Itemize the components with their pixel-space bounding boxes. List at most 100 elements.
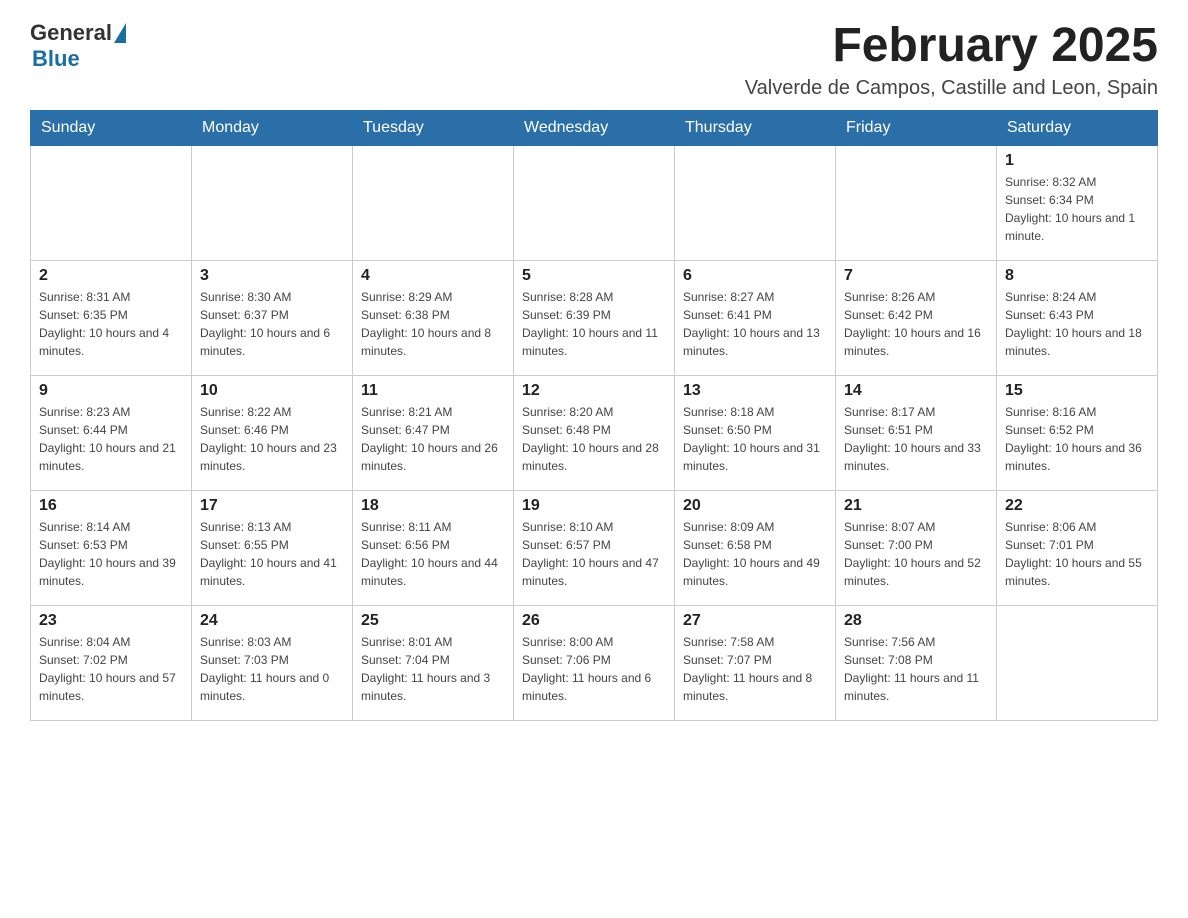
day-info: Sunrise: 8:20 AM Sunset: 6:48 PM Dayligh… <box>522 403 666 475</box>
day-info: Sunrise: 8:24 AM Sunset: 6:43 PM Dayligh… <box>1005 288 1149 360</box>
table-row: 17 Sunrise: 8:13 AM Sunset: 6:55 PM Dayli… <box>192 490 353 605</box>
table-row <box>997 605 1158 720</box>
month-title: February 2025 <box>745 20 1158 73</box>
day-info: Sunrise: 8:31 AM Sunset: 6:35 PM Dayligh… <box>39 288 183 360</box>
table-row <box>675 145 836 260</box>
day-info: Sunrise: 8:29 AM Sunset: 6:38 PM Dayligh… <box>361 288 505 360</box>
day-number: 12 <box>522 382 666 400</box>
day-number: 11 <box>361 382 505 400</box>
header-thursday: Thursday <box>675 110 836 145</box>
day-number: 1 <box>1005 152 1149 170</box>
day-number: 4 <box>361 267 505 285</box>
day-info: Sunrise: 8:10 AM Sunset: 6:57 PM Dayligh… <box>522 518 666 590</box>
day-number: 22 <box>1005 497 1149 515</box>
table-row: 16Sunrise: 8:14 AM Sunset: 6:53 PM Dayli… <box>31 490 192 605</box>
day-number: 25 <box>361 612 505 630</box>
table-row: 27 Sunrise: 7:58 AM Sunset: 7:07 PM Dayli… <box>675 605 836 720</box>
table-row: 22Sunrise: 8:06 AM Sunset: 7:01 PM Dayli… <box>997 490 1158 605</box>
day-number: 13 <box>683 382 827 400</box>
day-info: Sunrise: 8:09 AM Sunset: 6:58 PM Dayligh… <box>683 518 827 590</box>
day-number: 3 <box>200 267 344 285</box>
calendar-table: Sunday Monday Tuesday Wednesday Thursday… <box>30 110 1158 721</box>
table-row: 3Sunrise: 8:30 AM Sunset: 6:37 PM Daylig… <box>192 260 353 375</box>
day-info: Sunrise: 8:11 AM Sunset: 6:56 PM Dayligh… <box>361 518 505 590</box>
day-number: 27 <box>683 612 827 630</box>
header: General Blue February 2025 Valverde de C… <box>30 20 1158 100</box>
week-row-1: 1 Sunrise: 8:32 AM Sunset: 6:34 PM Daylig… <box>31 145 1158 260</box>
table-row <box>514 145 675 260</box>
table-row: 24 Sunrise: 8:03 AM Sunset: 7:03 PM Dayli… <box>192 605 353 720</box>
day-info: Sunrise: 7:58 AM Sunset: 7:07 PM Dayligh… <box>683 633 827 705</box>
logo-general-text: General <box>30 20 112 46</box>
table-row: 15Sunrise: 8:16 AM Sunset: 6:52 PM Dayli… <box>997 375 1158 490</box>
table-row: 9 Sunrise: 8:23 AM Sunset: 6:44 PM Daylig… <box>31 375 192 490</box>
table-row: 14 Sunrise: 8:17 AM Sunset: 6:51 PM Dayli… <box>836 375 997 490</box>
day-number: 9 <box>39 382 183 400</box>
table-row: 18Sunrise: 8:11 AM Sunset: 6:56 PM Dayli… <box>353 490 514 605</box>
table-row: 13 Sunrise: 8:18 AM Sunset: 6:50 PM Dayli… <box>675 375 836 490</box>
day-number: 23 <box>39 612 183 630</box>
day-number: 8 <box>1005 267 1149 285</box>
header-saturday: Saturday <box>997 110 1158 145</box>
day-number: 6 <box>683 267 827 285</box>
table-row: 23 Sunrise: 8:04 AM Sunset: 7:02 PM Dayli… <box>31 605 192 720</box>
table-row: 7 Sunrise: 8:26 AM Sunset: 6:42 PM Daylig… <box>836 260 997 375</box>
calendar-header-row: Sunday Monday Tuesday Wednesday Thursday… <box>31 110 1158 145</box>
day-info: Sunrise: 8:13 AM Sunset: 6:55 PM Dayligh… <box>200 518 344 590</box>
day-info: Sunrise: 8:28 AM Sunset: 6:39 PM Dayligh… <box>522 288 666 360</box>
table-row: 12 Sunrise: 8:20 AM Sunset: 6:48 PM Dayli… <box>514 375 675 490</box>
week-row-2: 2 Sunrise: 8:31 AM Sunset: 6:35 PM Daylig… <box>31 260 1158 375</box>
week-row-4: 16Sunrise: 8:14 AM Sunset: 6:53 PM Dayli… <box>31 490 1158 605</box>
table-row <box>192 145 353 260</box>
day-number: 14 <box>844 382 988 400</box>
table-row: 25 Sunrise: 8:01 AM Sunset: 7:04 PM Dayli… <box>353 605 514 720</box>
day-info: Sunrise: 8:04 AM Sunset: 7:02 PM Dayligh… <box>39 633 183 705</box>
table-row: 11 Sunrise: 8:21 AM Sunset: 6:47 PM Dayli… <box>353 375 514 490</box>
day-number: 21 <box>844 497 988 515</box>
header-friday: Friday <box>836 110 997 145</box>
table-row <box>836 145 997 260</box>
day-info: Sunrise: 8:03 AM Sunset: 7:03 PM Dayligh… <box>200 633 344 705</box>
day-number: 5 <box>522 267 666 285</box>
header-tuesday: Tuesday <box>353 110 514 145</box>
header-sunday: Sunday <box>31 110 192 145</box>
table-row: 4 Sunrise: 8:29 AM Sunset: 6:38 PM Daylig… <box>353 260 514 375</box>
day-number: 28 <box>844 612 988 630</box>
table-row: 5 Sunrise: 8:28 AM Sunset: 6:39 PM Daylig… <box>514 260 675 375</box>
day-info: Sunrise: 8:21 AM Sunset: 6:47 PM Dayligh… <box>361 403 505 475</box>
day-info: Sunrise: 8:18 AM Sunset: 6:50 PM Dayligh… <box>683 403 827 475</box>
header-wednesday: Wednesday <box>514 110 675 145</box>
week-row-5: 23 Sunrise: 8:04 AM Sunset: 7:02 PM Dayli… <box>31 605 1158 720</box>
day-number: 19 <box>522 497 666 515</box>
day-info: Sunrise: 8:00 AM Sunset: 7:06 PM Dayligh… <box>522 633 666 705</box>
day-number: 24 <box>200 612 344 630</box>
table-row: 10Sunrise: 8:22 AM Sunset: 6:46 PM Dayli… <box>192 375 353 490</box>
location-subtitle: Valverde de Campos, Castille and Leon, S… <box>745 77 1158 100</box>
day-number: 16 <box>39 497 183 515</box>
table-row: 26Sunrise: 8:00 AM Sunset: 7:06 PM Dayli… <box>514 605 675 720</box>
table-row: 28Sunrise: 7:56 AM Sunset: 7:08 PM Dayli… <box>836 605 997 720</box>
table-row: 21 Sunrise: 8:07 AM Sunset: 7:00 PM Dayli… <box>836 490 997 605</box>
title-area: February 2025 Valverde de Campos, Castil… <box>745 20 1158 100</box>
logo-triangle-icon <box>114 23 126 43</box>
day-number: 2 <box>39 267 183 285</box>
day-info: Sunrise: 8:17 AM Sunset: 6:51 PM Dayligh… <box>844 403 988 475</box>
day-info: Sunrise: 8:26 AM Sunset: 6:42 PM Dayligh… <box>844 288 988 360</box>
day-info: Sunrise: 8:32 AM Sunset: 6:34 PM Dayligh… <box>1005 173 1149 245</box>
day-number: 7 <box>844 267 988 285</box>
day-info: Sunrise: 8:01 AM Sunset: 7:04 PM Dayligh… <box>361 633 505 705</box>
day-number: 17 <box>200 497 344 515</box>
table-row: 20 Sunrise: 8:09 AM Sunset: 6:58 PM Dayli… <box>675 490 836 605</box>
table-row: 6Sunrise: 8:27 AM Sunset: 6:41 PM Daylig… <box>675 260 836 375</box>
day-info: Sunrise: 8:07 AM Sunset: 7:00 PM Dayligh… <box>844 518 988 590</box>
day-info: Sunrise: 8:23 AM Sunset: 6:44 PM Dayligh… <box>39 403 183 475</box>
table-row: 1 Sunrise: 8:32 AM Sunset: 6:34 PM Daylig… <box>997 145 1158 260</box>
day-number: 20 <box>683 497 827 515</box>
day-number: 15 <box>1005 382 1149 400</box>
logo-blue-text: Blue <box>32 46 80 71</box>
table-row <box>353 145 514 260</box>
table-row: 19 Sunrise: 8:10 AM Sunset: 6:57 PM Dayli… <box>514 490 675 605</box>
table-row <box>31 145 192 260</box>
week-row-3: 9 Sunrise: 8:23 AM Sunset: 6:44 PM Daylig… <box>31 375 1158 490</box>
day-info: Sunrise: 8:22 AM Sunset: 6:46 PM Dayligh… <box>200 403 344 475</box>
